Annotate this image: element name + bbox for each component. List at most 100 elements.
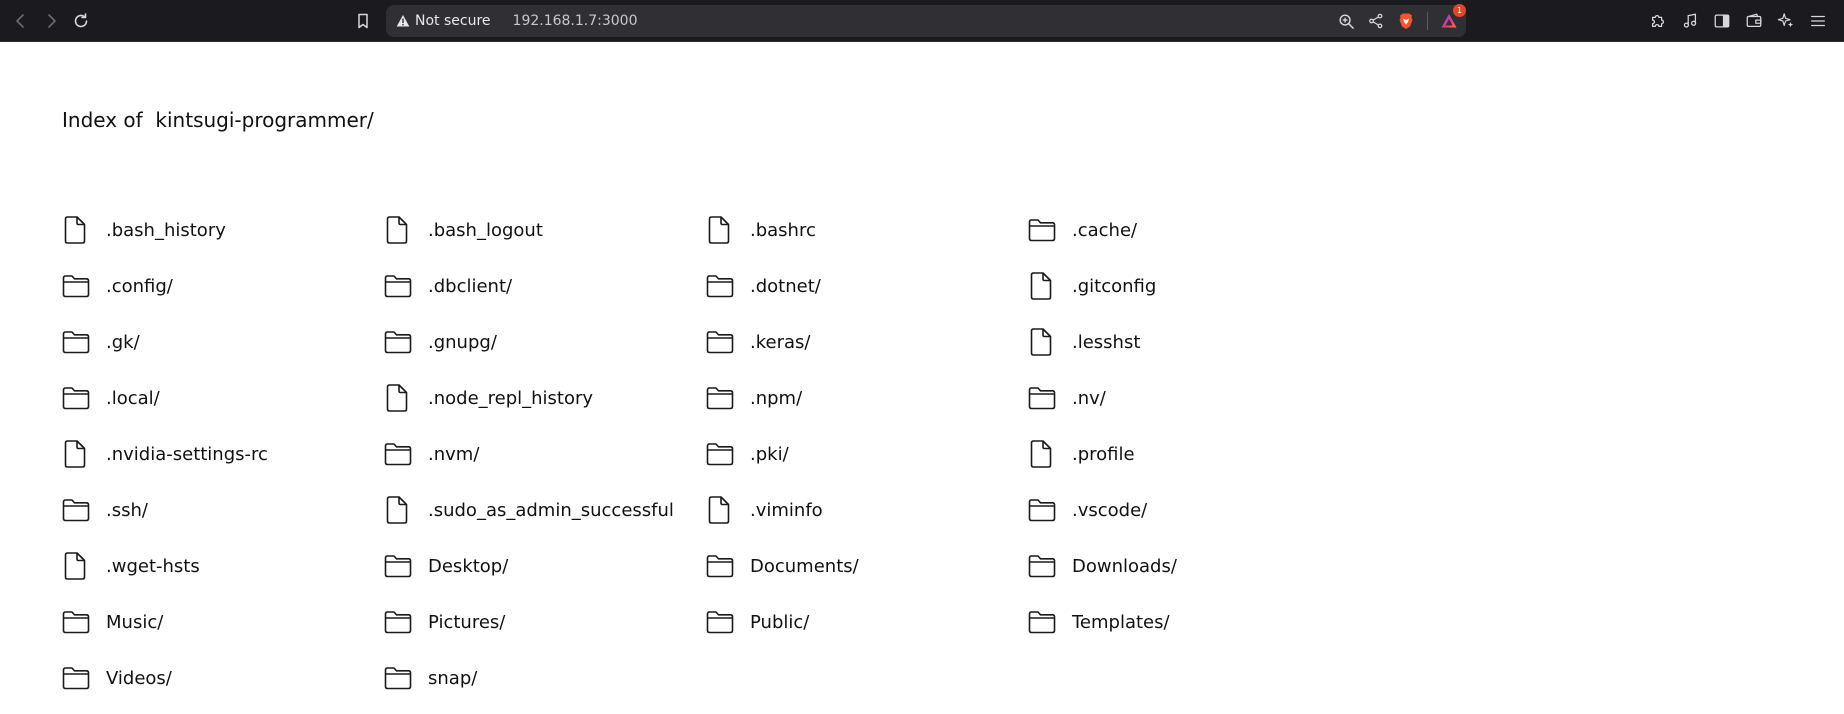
entry-name: .dbclient/ [428, 275, 513, 297]
folder-icon [706, 383, 734, 413]
directory-entry[interactable]: .cache/ [1028, 210, 1350, 250]
folder-icon [1028, 551, 1056, 581]
directory-entry[interactable]: .gitconfig [1028, 266, 1350, 306]
directory-entry[interactable]: .nv/ [1028, 378, 1350, 418]
brave-rewards-button[interactable]: 1 [1440, 4, 1466, 30]
directory-entry[interactable]: Music/ [62, 602, 384, 642]
directory-entry[interactable]: .npm/ [706, 378, 1028, 418]
directory-entry[interactable]: .ssh/ [62, 490, 384, 530]
entry-name: .gnupg/ [428, 331, 497, 353]
hamburger-menu-icon [1811, 15, 1825, 27]
brave-shield-icon [1399, 13, 1413, 29]
bookmark-button[interactable] [350, 8, 376, 34]
wallet-button[interactable] [1744, 11, 1764, 31]
directory-entry[interactable]: .lesshst [1028, 322, 1350, 362]
file-icon [706, 495, 734, 525]
directory-entry[interactable]: .wget-hsts [62, 546, 384, 586]
extensions-button[interactable] [1648, 11, 1668, 31]
bookmark-icon [358, 13, 368, 29]
file-icon [1028, 439, 1056, 469]
forward-button[interactable] [38, 8, 64, 34]
folder-icon [384, 271, 412, 301]
browser-toolbar: Not secure 192.168.1.7:3000 1 [0, 0, 1844, 42]
directory-entry[interactable]: .node_repl_history [384, 378, 706, 418]
directory-entry[interactable]: .vscode/ [1028, 490, 1350, 530]
folder-icon [706, 439, 734, 469]
security-label: Not secure [415, 13, 491, 29]
directory-entry[interactable]: .profile [1028, 434, 1350, 474]
address-bar[interactable]: Not secure 192.168.1.7:3000 1 [386, 4, 1466, 37]
directory-entry[interactable]: .bashrc [706, 210, 1028, 250]
directory-entry[interactable]: .config/ [62, 266, 384, 306]
share-icon [1369, 13, 1383, 29]
directory-entry[interactable]: .nvidia-settings-rc [62, 434, 384, 474]
entry-name: .profile [1072, 443, 1135, 465]
directory-entry[interactable]: .sudo_as_admin_successful [384, 490, 706, 530]
file-icon [62, 439, 90, 469]
entry-name: .bash_logout [428, 219, 543, 241]
back-button[interactable] [8, 8, 34, 34]
puzzle-icon [1651, 14, 1665, 28]
directory-entry[interactable]: .keras/ [706, 322, 1028, 362]
directory-entry[interactable]: .nvm/ [384, 434, 706, 474]
folder-icon [1028, 383, 1056, 413]
entry-name: .local/ [106, 387, 160, 409]
file-icon [384, 383, 412, 413]
directory-entry[interactable]: Videos/ [62, 658, 384, 698]
folder-icon [62, 607, 90, 637]
directory-entry[interactable]: .local/ [62, 378, 384, 418]
folder-icon [62, 663, 90, 693]
entry-name: .dotnet/ [750, 275, 821, 297]
file-icon [62, 215, 90, 245]
directory-entry[interactable]: .viminfo [706, 490, 1028, 530]
file-icon [62, 551, 90, 581]
brave-shields-button[interactable] [1397, 12, 1415, 30]
entry-name: Templates/ [1072, 611, 1170, 633]
address-bar-actions: 1 [1337, 4, 1466, 37]
directory-listing: .bash_history .bash_logout .bashrc .cache/.… [62, 210, 1350, 714]
entry-name: .node_repl_history [428, 387, 594, 409]
directory-entry[interactable]: Desktop/ [384, 546, 706, 586]
zoom-button[interactable] [1337, 12, 1355, 30]
folder-icon [1028, 607, 1056, 637]
leo-ai-button[interactable] [1776, 11, 1796, 31]
directory-entry[interactable]: Public/ [706, 602, 1028, 642]
file-icon [706, 215, 734, 245]
sidebar-icon [1714, 14, 1730, 28]
security-indicator[interactable]: Not secure [396, 13, 491, 29]
directory-entry[interactable]: .bash_history [62, 210, 384, 250]
share-button[interactable] [1367, 12, 1385, 30]
entry-name: .nv/ [1072, 387, 1106, 409]
sidebar-button[interactable] [1712, 11, 1732, 31]
directory-entry[interactable]: .dotnet/ [706, 266, 1028, 306]
url-text[interactable]: 192.168.1.7:3000 [513, 13, 638, 29]
entry-name: .gk/ [106, 331, 140, 353]
entry-name: Public/ [750, 611, 810, 633]
directory-entry[interactable]: .gnupg/ [384, 322, 706, 362]
file-icon [1028, 327, 1056, 357]
entry-name: Downloads/ [1072, 555, 1177, 577]
directory-entry[interactable]: .gk/ [62, 322, 384, 362]
entry-name: .lesshst [1072, 331, 1141, 353]
entry-name: Pictures/ [428, 611, 506, 633]
reload-button[interactable] [68, 8, 94, 34]
folder-icon [706, 607, 734, 637]
directory-entry[interactable]: snap/ [384, 658, 706, 698]
file-icon [384, 215, 412, 245]
entry-name: Videos/ [106, 667, 172, 689]
folder-icon [62, 383, 90, 413]
directory-entry[interactable]: .bash_logout [384, 210, 706, 250]
entry-name: .pki/ [750, 443, 789, 465]
directory-entry[interactable]: .pki/ [706, 434, 1028, 474]
directory-entry[interactable]: Pictures/ [384, 602, 706, 642]
entry-name: .bashrc [750, 219, 816, 241]
media-button[interactable] [1680, 11, 1700, 31]
folder-icon [62, 495, 90, 525]
main-menu-button[interactable] [1808, 11, 1828, 31]
directory-entry[interactable]: .dbclient/ [384, 266, 706, 306]
directory-entry[interactable]: Templates/ [1028, 602, 1350, 642]
directory-entry[interactable]: Documents/ [706, 546, 1028, 586]
directory-entry[interactable]: Downloads/ [1028, 546, 1350, 586]
notification-badge: 1 [1453, 4, 1466, 17]
folder-icon [706, 271, 734, 301]
